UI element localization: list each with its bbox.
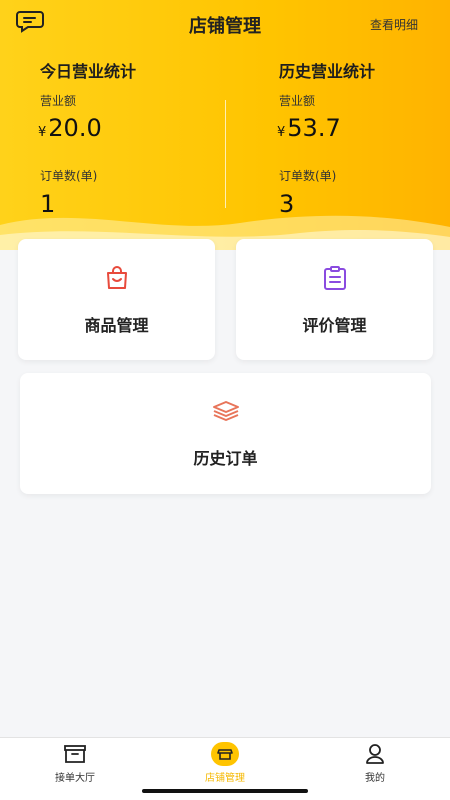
- product-management-card[interactable]: 商品管理: [18, 239, 215, 360]
- store-icon: [211, 742, 239, 766]
- tab-mine-label: 我的: [365, 773, 385, 784]
- history-revenue-label: 营业额: [279, 94, 316, 108]
- today-stats-title: 今日营业统计: [40, 62, 137, 81]
- history-stats: 历史营业统计: [279, 58, 375, 82]
- product-management-label: 商品管理: [84, 316, 149, 335]
- stats-divider: [225, 100, 226, 208]
- history-stats-title: 历史营业统计: [279, 62, 376, 81]
- view-details-link[interactable]: 查看明细: [370, 16, 418, 33]
- user-icon: [365, 743, 385, 769]
- history-orders-label: 历史订单: [193, 449, 258, 468]
- today-stats: 今日营业统计: [40, 58, 136, 82]
- history-orders-card[interactable]: 历史订单: [20, 373, 431, 494]
- layers-icon: [211, 399, 241, 429]
- tab-store-management[interactable]: 店铺管理: [175, 738, 275, 788]
- review-management-card[interactable]: 评价管理: [236, 239, 433, 360]
- review-management-label: 评价管理: [302, 316, 367, 335]
- today-orders-value: 1: [40, 190, 56, 218]
- tab-store-management-label: 店铺管理: [205, 773, 245, 784]
- tab-order-hall-label: 接单大厅: [55, 773, 95, 784]
- today-revenue-label: 营业额: [40, 94, 77, 108]
- currency-symbol: ¥: [38, 125, 47, 140]
- clipboard-icon: [322, 265, 348, 295]
- history-revenue-amount: 53.7: [287, 114, 341, 142]
- history-revenue-value: ¥53.7: [277, 114, 341, 142]
- tab-order-hall[interactable]: 接单大厅: [25, 738, 125, 788]
- top-header: 店铺管理 查看明细: [0, 0, 450, 46]
- history-orders-value: 3: [279, 190, 295, 218]
- inbox-icon: [63, 744, 87, 768]
- today-revenue-value: ¥20.0: [38, 114, 102, 142]
- store-management-page: 店铺管理 查看明细 今日营业统计 营业额 ¥20.0 订单数(单) 1 历史营业…: [0, 0, 450, 800]
- today-revenue-amount: 20.0: [48, 114, 102, 142]
- history-orders-label: 订单数(单): [279, 169, 337, 183]
- tab-mine[interactable]: 我的: [325, 738, 425, 788]
- stats-banner: 店铺管理 查看明细 今日营业统计 营业额 ¥20.0 订单数(单) 1 历史营业…: [0, 0, 450, 250]
- today-orders-label: 订单数(单): [40, 169, 98, 183]
- currency-symbol: ¥: [277, 125, 286, 140]
- shopping-bag-icon: [104, 265, 130, 295]
- home-indicator: [142, 789, 308, 793]
